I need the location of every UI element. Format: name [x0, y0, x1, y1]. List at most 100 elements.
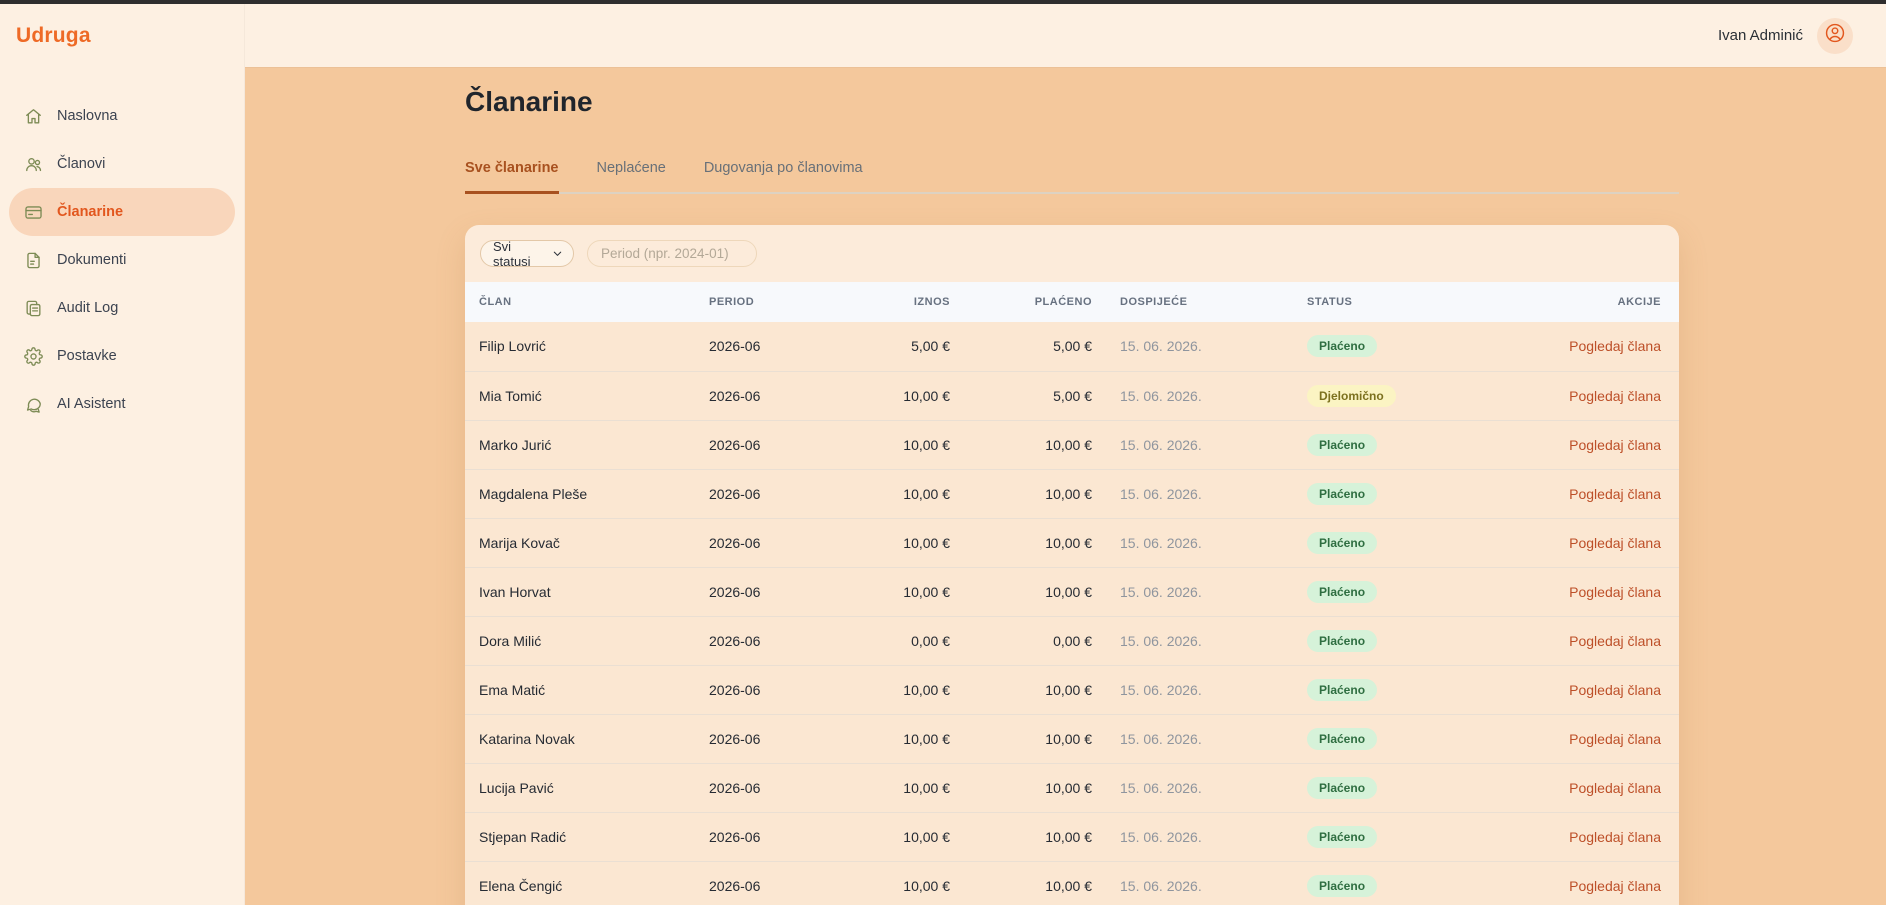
period-filter-input[interactable] — [587, 240, 757, 267]
status-badge: Plaćeno — [1307, 630, 1377, 652]
member-name-cell: Ema Matić — [465, 665, 699, 714]
table-row: Lucija Pavić2026-0610,00 €10,00 €15. 06.… — [465, 763, 1679, 812]
period-cell: 2026-06 — [699, 763, 859, 812]
member-name-cell: Katarina Novak — [465, 714, 699, 763]
view-member-link[interactable]: Pogledaj člana — [1569, 682, 1661, 698]
amount-cell: 10,00 € — [859, 469, 954, 518]
chevron-down-icon — [552, 248, 563, 259]
main-content: Članarine Sve članarineNeplaćeneDugovanj… — [245, 67, 1886, 905]
period-cell: 2026-06 — [699, 371, 859, 420]
column-header-pla-eno: Plaćeno — [954, 282, 1094, 322]
paid-cell: 10,00 € — [954, 665, 1094, 714]
due-date-cell: 15. 06. 2026. — [1094, 861, 1284, 905]
view-member-link[interactable]: Pogledaj člana — [1569, 780, 1661, 796]
paid-cell: 10,00 € — [954, 714, 1094, 763]
amount-cell: 10,00 € — [859, 714, 954, 763]
paid-cell: 10,00 € — [954, 518, 1094, 567]
view-member-link[interactable]: Pogledaj člana — [1569, 388, 1661, 404]
status-badge: Plaćeno — [1307, 777, 1377, 799]
status-cell: Plaćeno — [1284, 812, 1474, 861]
column-header-akcije: Akcije — [1474, 282, 1679, 322]
member-name-cell: Lucija Pavić — [465, 763, 699, 812]
view-member-link[interactable]: Pogledaj člana — [1569, 633, 1661, 649]
period-cell: 2026-06 — [699, 714, 859, 763]
view-member-link[interactable]: Pogledaj člana — [1569, 437, 1661, 453]
actions-cell: Pogledaj člana — [1474, 665, 1679, 714]
status-badge: Plaćeno — [1307, 826, 1377, 848]
amount-cell: 5,00 € — [859, 322, 954, 371]
view-member-link[interactable]: Pogledaj člana — [1569, 486, 1661, 502]
actions-cell: Pogledaj člana — [1474, 861, 1679, 905]
sidebar-item-postavke[interactable]: Postavke — [9, 332, 235, 380]
status-badge: Plaćeno — [1307, 434, 1377, 456]
status-cell: Djelomično — [1284, 371, 1474, 420]
amount-cell: 10,00 € — [859, 861, 954, 905]
table-row: Ema Matić2026-0610,00 €10,00 €15. 06. 20… — [465, 665, 1679, 714]
document-icon — [24, 251, 43, 270]
paid-cell: 5,00 € — [954, 371, 1094, 420]
status-cell: Plaćeno — [1284, 714, 1474, 763]
sidebar-item-audit-log[interactable]: Audit Log — [9, 284, 235, 332]
status-filter-select[interactable]: Svi statusi — [480, 240, 574, 267]
amount-cell: 10,00 € — [859, 665, 954, 714]
member-name-cell: Stjepan Radić — [465, 812, 699, 861]
brand-logo[interactable]: Udruga — [16, 24, 244, 48]
sidebar-item-label: Članovi — [57, 156, 105, 172]
table-row: Stjepan Radić2026-0610,00 €10,00 €15. 06… — [465, 812, 1679, 861]
due-date-cell: 15. 06. 2026. — [1094, 518, 1284, 567]
table-header-row: ČlanPeriodIznosPlaćenoDospijećeStatusAkc… — [465, 282, 1679, 322]
status-badge: Plaćeno — [1307, 335, 1377, 357]
sidebar-item--lanarine[interactable]: Članarine — [9, 188, 235, 236]
view-member-link[interactable]: Pogledaj člana — [1569, 829, 1661, 845]
paid-cell: 10,00 € — [954, 420, 1094, 469]
amount-cell: 10,00 € — [859, 812, 954, 861]
memberships-card: Svi statusi ČlanPeriodIznosPlaćenoDospij… — [465, 225, 1679, 905]
actions-cell: Pogledaj člana — [1474, 371, 1679, 420]
amount-cell: 10,00 € — [859, 567, 954, 616]
actions-cell: Pogledaj člana — [1474, 714, 1679, 763]
member-name-cell: Marko Jurić — [465, 420, 699, 469]
table-row: Marko Jurić2026-0610,00 €10,00 €15. 06. … — [465, 420, 1679, 469]
status-badge: Plaćeno — [1307, 532, 1377, 554]
sidebar-item-label: Dokumenti — [57, 252, 126, 268]
period-cell: 2026-06 — [699, 420, 859, 469]
tab-dugovanja-po-lanovima[interactable]: Dugovanja po članovima — [704, 160, 863, 194]
clipboard-icon — [24, 299, 43, 318]
sidebar-item-naslovna[interactable]: Naslovna — [9, 92, 235, 140]
user-name: Ivan Adminić — [1718, 27, 1803, 44]
actions-cell: Pogledaj člana — [1474, 763, 1679, 812]
status-badge: Djelomično — [1307, 385, 1396, 407]
view-member-link[interactable]: Pogledaj člana — [1569, 338, 1661, 354]
sidebar-nav: Naslovna Članovi Članarine Dokumenti Audit L… — [0, 92, 244, 428]
actions-cell: Pogledaj člana — [1474, 420, 1679, 469]
view-member-link[interactable]: Pogledaj člana — [1569, 878, 1661, 894]
sidebar-item--lanovi[interactable]: Članovi — [9, 140, 235, 188]
sidebar-item-dokumenti[interactable]: Dokumenti — [9, 236, 235, 284]
member-name-cell: Magdalena Pleše — [465, 469, 699, 518]
sidebar-item-ai-asistent[interactable]: AI Asistent — [9, 380, 235, 428]
sidebar-item-label: Članarine — [57, 204, 123, 220]
amount-cell: 10,00 € — [859, 420, 954, 469]
due-date-cell: 15. 06. 2026. — [1094, 322, 1284, 371]
tab-nepla-ene[interactable]: Neplaćene — [597, 160, 666, 194]
view-member-link[interactable]: Pogledaj člana — [1569, 535, 1661, 551]
table-row: Filip Lovrić2026-065,00 €5,00 €15. 06. 2… — [465, 322, 1679, 371]
chat-icon — [24, 395, 43, 414]
view-member-link[interactable]: Pogledaj člana — [1569, 584, 1661, 600]
due-date-cell: 15. 06. 2026. — [1094, 420, 1284, 469]
tab-sve-lanarine[interactable]: Sve članarine — [465, 160, 559, 194]
actions-cell: Pogledaj člana — [1474, 518, 1679, 567]
view-member-link[interactable]: Pogledaj člana — [1569, 731, 1661, 747]
member-name-cell: Marija Kovač — [465, 518, 699, 567]
status-filter-value: Svi statusi — [493, 239, 552, 269]
amount-cell: 0,00 € — [859, 616, 954, 665]
period-cell: 2026-06 — [699, 665, 859, 714]
period-cell: 2026-06 — [699, 861, 859, 905]
due-date-cell: 15. 06. 2026. — [1094, 616, 1284, 665]
tab-bar: Sve članarine Neplaćene Dugovanja po člano… — [465, 160, 1679, 194]
status-cell: Plaćeno — [1284, 322, 1474, 371]
table-row: Ivan Horvat2026-0610,00 €10,00 €15. 06. … — [465, 567, 1679, 616]
status-badge: Plaćeno — [1307, 875, 1377, 897]
table-row: Mia Tomić2026-0610,00 €5,00 €15. 06. 202… — [465, 371, 1679, 420]
user-avatar-button[interactable] — [1817, 18, 1853, 54]
